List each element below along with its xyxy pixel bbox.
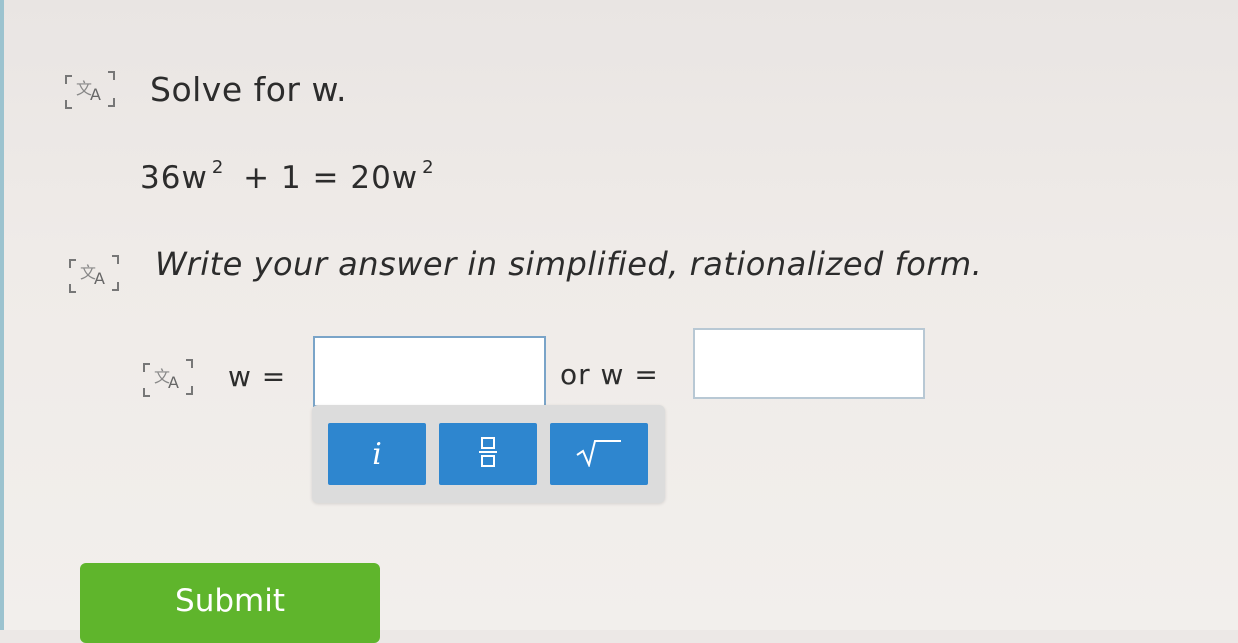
equation-middle: + 1 = 20w (243, 160, 419, 196)
answer-input-first[interactable] (313, 336, 546, 407)
equation-right-exponent: 2 (422, 156, 435, 178)
square-root-button[interactable] (550, 423, 648, 485)
imaginary-unit-label: i (372, 436, 382, 472)
fraction-button[interactable] (439, 423, 537, 485)
equation-left: 36w (140, 160, 208, 196)
equation-left-exponent: 2 (211, 156, 225, 178)
translate-icon[interactable]: 文 A (140, 356, 196, 400)
svg-text:A: A (94, 269, 105, 288)
answer-input-second[interactable] (693, 328, 925, 399)
left-edge (0, 0, 4, 630)
answer-label-second: or w = (560, 358, 659, 391)
imaginary-unit-button[interactable]: i (328, 423, 426, 485)
square-root-icon (575, 437, 623, 471)
answer-label-first: w = (228, 360, 287, 393)
svg-text:A: A (168, 373, 179, 392)
math-keypad: i (312, 405, 665, 503)
question-prompt: Solve for w. (150, 70, 347, 109)
equation: 36w 2 + 1 = 20w 2 (140, 156, 435, 196)
translate-icon[interactable]: 文 A (62, 68, 118, 112)
submit-button[interactable]: Submit (80, 563, 380, 643)
problem-screen: 文 A Solve for w. 36w 2 + 1 = 20w 2 文 A Wri… (0, 0, 1238, 643)
translate-icon[interactable]: 文 A (66, 252, 122, 296)
fraction-icon (478, 436, 498, 472)
instructions: Write your answer in simplified, rationa… (155, 245, 983, 283)
svg-text:A: A (90, 85, 101, 104)
